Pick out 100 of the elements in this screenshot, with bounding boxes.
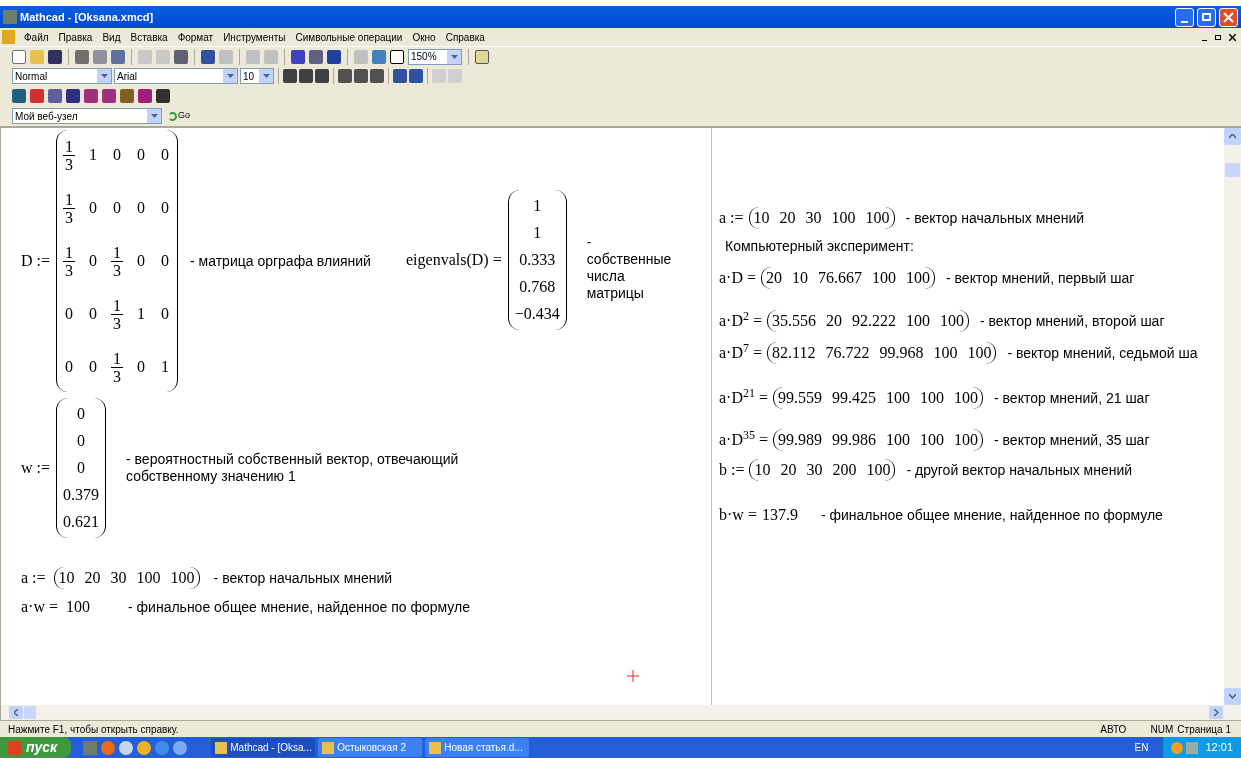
clock: 12:01: [1205, 740, 1233, 756]
menu-item[interactable]: Вид: [97, 29, 126, 45]
fraction-numerator: 1: [113, 296, 122, 314]
matrix-entry: 76.722: [825, 343, 870, 363]
font-dropdown[interactable]: Arial: [114, 68, 238, 84]
matrix-entry: 100: [831, 208, 856, 228]
start-button[interactable]: пуск: [0, 737, 72, 758]
math-expression: a :=: [719, 208, 744, 228]
scroll-right-button[interactable]: [1209, 706, 1223, 719]
menu-item[interactable]: Символьные операции: [290, 29, 408, 45]
status-mode: АВТО: [1099, 722, 1128, 737]
matrix-entry: 100: [920, 430, 944, 450]
go-button[interactable]: Go: [166, 108, 192, 124]
fraction-denominator: 3: [113, 261, 122, 279]
matrix-entry: 1: [533, 196, 542, 216]
matrix-entry: 30: [806, 460, 823, 480]
close-icon: [1228, 33, 1236, 41]
matrix-entry: 76.667: [818, 268, 862, 288]
matrix-entry: 20: [766, 268, 782, 288]
matrix-entry: 0: [137, 145, 146, 165]
matrix-entry: 0: [65, 357, 74, 377]
scroll-up-button[interactable]: [1224, 128, 1241, 145]
scroll-thumb[interactable]: [24, 706, 36, 719]
matrix-entry: 10: [58, 568, 75, 588]
taskbar-button[interactable]: Mathcad - [Oksa...: [211, 738, 316, 757]
matrix-entry: 100: [920, 388, 944, 408]
matrix-entry: 0: [89, 251, 98, 271]
comment-text: - вектор начальных мнений: [213, 568, 393, 588]
comment-text: - финальное общее мнение, найденное по формуле: [128, 597, 470, 617]
menu-item[interactable]: Вставка: [125, 29, 173, 45]
matrix-entry: 10: [792, 268, 808, 288]
app-logo-icon: [3, 10, 17, 24]
math-result: 100: [66, 597, 91, 617]
vertical-scrollbar[interactable]: [1224, 128, 1241, 705]
menu-item[interactable]: Файл: [19, 29, 54, 45]
matrix-entry: 99.425: [832, 388, 876, 408]
zoom-dropdown[interactable]: 150%: [408, 48, 462, 65]
matrix-entry: 1: [89, 145, 98, 165]
math-expression: eigenvals(D) =: [406, 250, 502, 271]
matrix-entry: 20: [779, 208, 796, 228]
matrix-entry: 0: [161, 145, 170, 165]
matrix-entry: 1: [137, 304, 146, 324]
caret-icon: [150, 114, 158, 118]
comment-text: - матрица орграфа влияний: [190, 251, 371, 271]
math-expression: w :=: [21, 458, 51, 478]
matrix-entry: 0: [161, 251, 170, 271]
restore-button[interactable]: [1197, 7, 1216, 27]
matrix-entry: 82.112: [772, 343, 816, 363]
matrix-entry: 99.559: [778, 388, 822, 408]
matrix-entry: 35.556: [772, 311, 816, 331]
matrix-entry: 100: [906, 311, 930, 331]
matrix-entry: 0.768: [519, 277, 556, 297]
menu-item[interactable]: Окно: [407, 29, 441, 45]
math-expression: a·w =: [21, 597, 58, 617]
caret-icon: [262, 74, 270, 78]
status-num: NUM: [1149, 722, 1174, 737]
horizontal-scrollbar[interactable]: [0, 705, 1241, 720]
matrix-entry: 200: [832, 460, 857, 480]
crosshair-icon: [627, 670, 639, 682]
comment-text: Компьютерный эксперимент:: [725, 237, 914, 256]
address-dropdown[interactable]: Мой веб-узел: [12, 108, 162, 124]
matrix-entry: 100: [872, 268, 896, 288]
menu-item[interactable]: Формат: [172, 29, 219, 45]
language-indicator[interactable]: EN: [1134, 740, 1149, 755]
scroll-down-button[interactable]: [1224, 688, 1241, 705]
matrix-entry: 99.986: [832, 430, 876, 450]
status-text: Нажмите F1, чтобы открыть справку.: [8, 722, 180, 737]
matrix-entry: 100: [170, 568, 195, 588]
matrix-entry: 30: [110, 568, 127, 588]
math-expression: a :=: [21, 568, 46, 588]
close-button[interactable]: [1219, 7, 1238, 27]
scroll-thumb[interactable]: [1225, 163, 1240, 177]
matrix-entry: 0: [113, 145, 122, 165]
matrix-entry: 30: [805, 208, 822, 228]
fraction-denominator: 3: [65, 261, 74, 279]
menu-item[interactable]: Справка: [440, 29, 490, 45]
math-expression: D :=: [21, 251, 51, 271]
taskbar-button[interactable]: Остыковская 2: [318, 738, 423, 757]
matrix-entry: 100: [906, 268, 930, 288]
matrix-entry: 0: [77, 458, 86, 478]
matrix-entry: 100: [866, 460, 891, 480]
comment-text: - вектор мнений, седьмой ша: [1007, 343, 1198, 363]
fraction-numerator: 1: [65, 190, 74, 208]
matrix-entry: 100: [967, 343, 992, 363]
scroll-left-button[interactable]: [9, 706, 23, 719]
caret-icon: [100, 74, 108, 78]
matrix-entry: 0: [65, 304, 74, 324]
minimize-button[interactable]: [1175, 7, 1194, 27]
matrix-entry: 0: [113, 198, 122, 218]
matrix-entry: 100: [136, 568, 161, 588]
fraction-numerator: 1: [113, 243, 122, 261]
style-dropdown[interactable]: Normal: [12, 68, 112, 84]
new-document-icon[interactable]: [12, 49, 26, 64]
matrix-entry: 100: [886, 430, 910, 450]
font-size-dropdown[interactable]: 10: [240, 68, 274, 84]
taskbar-button[interactable]: Новая статья.d...: [425, 738, 530, 757]
menu-item[interactable]: Правка: [53, 29, 98, 45]
menu-item[interactable]: Инструменты: [218, 29, 291, 45]
caret-icon: [450, 54, 458, 59]
status-page: Страница 1: [1177, 722, 1231, 737]
